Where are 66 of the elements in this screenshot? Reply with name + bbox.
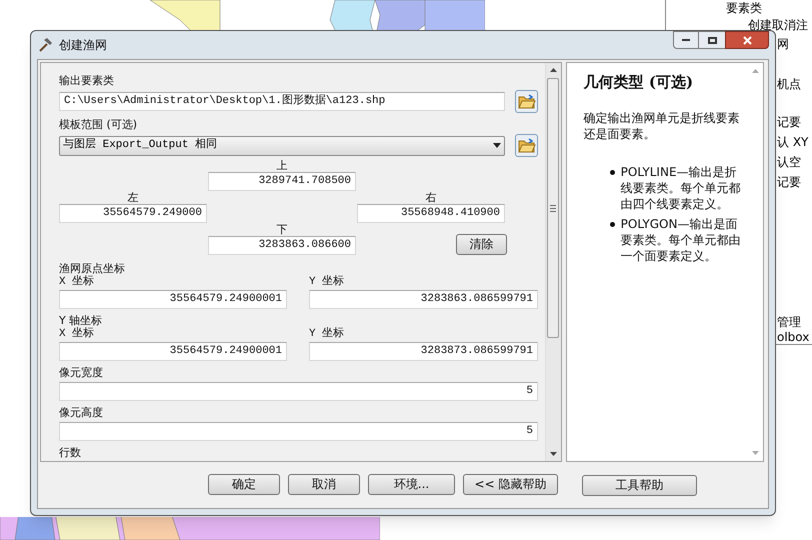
tree-item[interactable]: 认 XY [777,134,812,150]
field-label: Y 轴坐标 [59,314,104,327]
scroll-up-icon [550,68,557,72]
input-field[interactable]: 3289741.708500 [208,172,356,191]
folder-icon [518,138,536,154]
field-label: 模板范围 (可选) [59,118,138,131]
dialog-button[interactable]: 环境... [368,474,455,494]
scroll-down-icon [752,451,758,455]
tree-item[interactable]: 要素类 [726,0,808,17]
field-label: Y 坐标 [309,328,346,341]
extent-dropdown[interactable]: 与图层 Export_Output 相同 [59,136,505,156]
input-field[interactable]: 5 [59,382,538,401]
input-field[interactable]: 5 [59,422,538,441]
field-label: 上 [276,159,288,172]
window-title: 创建渔网 [59,37,107,54]
field-label: 右 [426,191,436,204]
field-label: 像元宽度 [59,366,104,379]
field-label: 输出要素类 [59,74,115,87]
input-field[interactable]: 3283863.086599791 [309,290,538,309]
tree-item[interactable]: 创建取消注 [748,17,808,34]
dialog-button[interactable]: 清除 [456,234,507,254]
path-field[interactable]: C:\Users\Administrator\Desktop\1.图形数据\a123.shp [59,92,505,111]
dropdown-arrow-icon [493,143,501,148]
tree-item[interactable]: 记要 [777,114,812,130]
scroll-up-icon [752,69,758,73]
help-bullet-text: POLYLINE—输出是折线要素类。每个单元都由四个线要素定义。 [620,164,742,212]
bullet-icon [610,170,615,174]
dialog-button[interactable]: 取消 [288,474,360,494]
tree-item[interactable]: 管理 [777,315,812,330]
input-field[interactable]: 35568948.410900 [357,204,505,223]
tree-item[interactable]: 机点 [777,76,812,92]
folder-icon [518,94,536,110]
field-label: X 坐标 [59,276,96,289]
input-field[interactable]: 3283863.086600 [208,236,356,255]
browse-button[interactable] [515,90,538,113]
field-label: X 坐标 [59,328,96,341]
field-label: 左 [128,191,138,204]
tree-item[interactable]: olbox [777,330,812,345]
field-label: 行数 [59,446,82,459]
field-label: 下 [276,223,288,236]
dialog-button[interactable]: 工具帮助 [582,474,697,496]
input-field[interactable]: 3283873.086599791 [309,342,538,361]
field-label: Y 坐标 [309,276,346,289]
field-label: 渔网原点坐标 [59,262,126,275]
help-title: 几何类型 (可选) [584,72,694,93]
hammer-icon [37,37,53,53]
minimize-button[interactable] [673,31,699,49]
close-button[interactable] [725,31,769,49]
tree-item[interactable]: 认空 [777,154,812,170]
dialog-button[interactable]: 确定 [208,474,280,494]
help-description: 确定输出渔网单元是折线要素还是面要素。 [584,110,741,142]
input-field[interactable]: 35564579.249000 [59,204,207,223]
scroll-thumb[interactable] [547,78,560,338]
maximize-button[interactable] [699,31,725,49]
input-field[interactable]: 35564579.24900001 [59,342,287,361]
help-bullet-text: POLYGON—输出是面要素类。每个单元都由一个面要素定义。 [620,216,742,264]
close-icon [742,36,752,44]
input-field[interactable]: 35564579.24900001 [59,290,287,309]
browse-button[interactable] [515,134,538,157]
bullet-icon [610,222,615,226]
scroll-down-icon [550,452,557,456]
tree-item[interactable]: 记要 [777,174,812,190]
tree-item[interactable]: 网 [777,36,812,52]
field-label: 像元高度 [59,406,104,419]
dialog-button[interactable]: << 隐藏帮助 [463,474,558,494]
scrollbar[interactable] [544,63,561,461]
